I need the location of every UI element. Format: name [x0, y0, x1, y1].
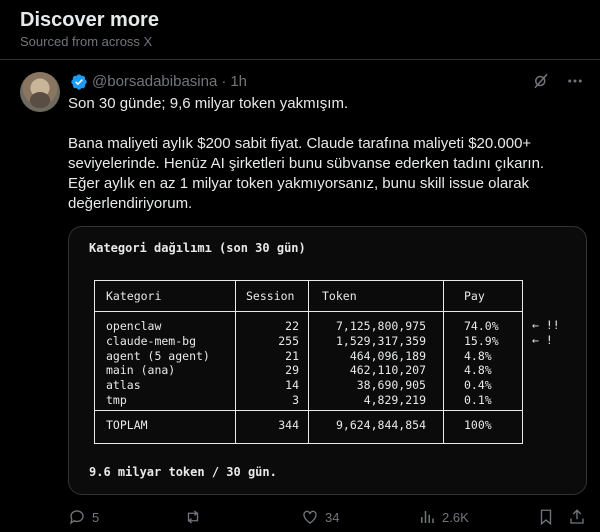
- post-text: Son 30 günde; 9,6 milyar token yakmışım.…: [68, 94, 578, 214]
- row-token: 7,125,800,975: [335, 319, 426, 333]
- row-category: atlas: [106, 378, 141, 393]
- column-header: Session: [246, 289, 295, 303]
- reply-icon: [69, 510, 84, 525]
- category-table: Kategori Session Token Pay openclaw 22 7,1…: [94, 280, 523, 444]
- total-token: 9,624,844,854: [335, 418, 426, 432]
- post-handle[interactable]: @borsadabibasina: [92, 73, 217, 91]
- verified-badge-icon: [71, 74, 87, 90]
- row-session: 255: [278, 333, 299, 348]
- row-token: 38,690,905: [356, 378, 426, 393]
- total-pay: 100%: [464, 418, 492, 432]
- share-button[interactable]: [568, 508, 592, 526]
- row-pay: 74.0%: [464, 319, 499, 333]
- reply-button[interactable]: 5: [68, 508, 99, 526]
- total-label: TOPLAM: [106, 418, 148, 432]
- reply-count: 5: [92, 509, 100, 525]
- row-pay: 4.8%: [464, 348, 492, 363]
- bookmark-icon: [540, 509, 552, 526]
- row-category: claude-mem-bg: [106, 333, 197, 348]
- row-note: ← !: [532, 332, 553, 347]
- row-token: 462,110,207: [349, 363, 426, 378]
- views-icon: [421, 511, 434, 523]
- section-title: Discover more: [20, 9, 159, 31]
- repost-icon: [187, 510, 199, 524]
- row-pay: 15.9%: [464, 333, 499, 348]
- row-token: 4,829,219: [363, 393, 426, 407]
- column-header: Token: [322, 289, 357, 303]
- heart-icon: [303, 510, 317, 524]
- row-session: 29: [285, 363, 299, 378]
- row-note: ← !!: [532, 318, 560, 332]
- action-bar: 5 34 2.6K: [68, 508, 588, 528]
- post-author: @borsadabibasina · 1h: [70, 73, 247, 91]
- post-time[interactable]: 1h: [230, 73, 247, 91]
- row-pay: 0.1%: [464, 393, 492, 407]
- row-token: 464,096,189: [349, 348, 426, 363]
- post-image[interactable]: Kategori dağılımı (son 30 gün) Kategori …: [68, 226, 587, 495]
- share-icon: [570, 509, 584, 524]
- separator-dot: ·: [221, 73, 227, 90]
- column-header: Pay: [464, 289, 485, 303]
- bookmark-button[interactable]: [537, 508, 561, 526]
- image-footer: 9.6 milyar token / 30 gün.: [89, 465, 277, 479]
- grok-icon[interactable]: [532, 72, 550, 96]
- row-session: 14: [285, 378, 299, 393]
- row-session: 21: [285, 348, 299, 363]
- row-token: 1,529,317,359: [335, 333, 426, 348]
- row-session: 3: [292, 393, 299, 407]
- post-paragraph: Bana maliyeti aylık $200 sabit fiyat. Cl…: [68, 135, 545, 212]
- like-button[interactable]: 34: [301, 508, 339, 526]
- views-button[interactable]: 2.6K: [418, 508, 469, 526]
- avatar[interactable]: [20, 72, 60, 112]
- image-title: Kategori dağılımı (son 30 gün): [89, 241, 306, 255]
- more-icon[interactable]: [566, 72, 584, 96]
- row-category: tmp: [106, 393, 127, 407]
- divider: [0, 59, 600, 60]
- post-paragraph: Son 30 günde; 9,6 milyar token yakmışım.: [68, 95, 349, 112]
- row-category: openclaw: [106, 319, 162, 333]
- total-session: 344: [278, 418, 299, 432]
- row-category: main (ana): [106, 363, 176, 378]
- row-session: 22: [285, 319, 299, 333]
- row-category: agent (5 agent): [106, 348, 210, 363]
- section-subtitle: Sourced from across X: [20, 34, 153, 49]
- view-count: 2.6K: [442, 509, 469, 525]
- like-count: 34: [325, 509, 340, 525]
- repost-button[interactable]: [184, 508, 208, 526]
- row-pay: 4.8%: [464, 363, 492, 378]
- row-pay: 0.4%: [464, 378, 492, 393]
- discover-header: Discover more Sourced from across X: [20, 8, 159, 49]
- column-header: Kategori: [106, 289, 162, 303]
